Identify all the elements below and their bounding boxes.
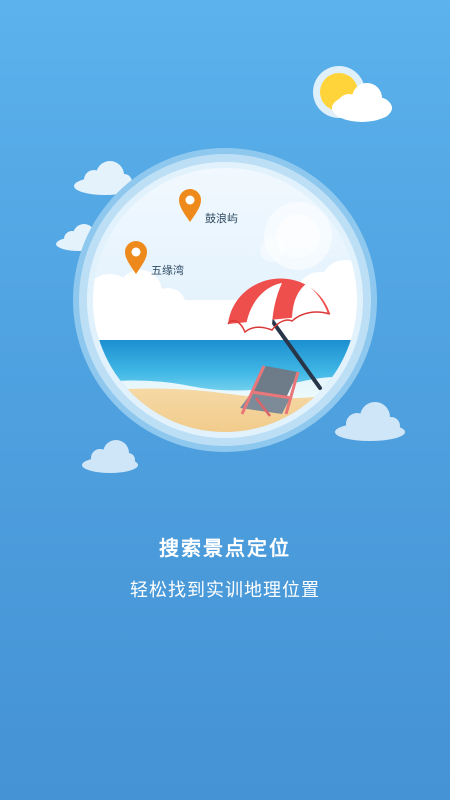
beach-illustration <box>73 148 377 452</box>
map-pin-label: 鼓浪屿 <box>205 212 238 225</box>
onboarding-subtitle: 轻松找到实训地理位置 <box>130 580 320 601</box>
map-pin-label: 五缘湾 <box>151 264 184 277</box>
onboarding-title: 搜索景点定位 <box>159 536 291 560</box>
onboarding-screen[interactable]: 鼓浪屿 五缘湾 搜索景点定位 轻松找到实训地理位置 <box>0 0 450 800</box>
